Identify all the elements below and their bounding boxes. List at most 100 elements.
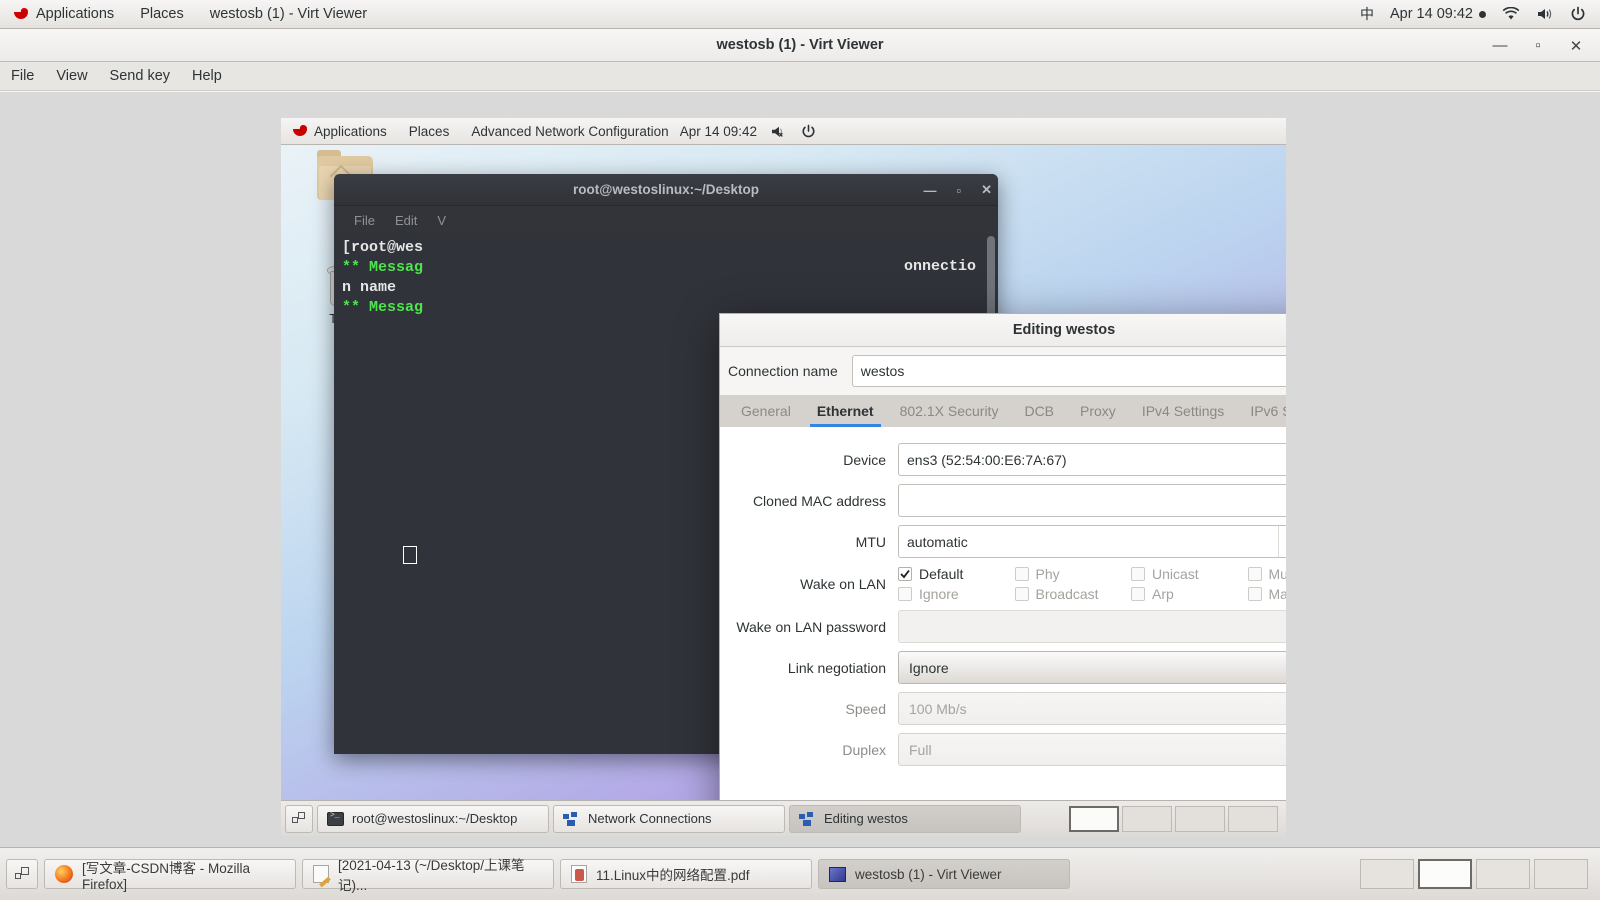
host-active-window-label[interactable]: westosb (1) - Virt Viewer xyxy=(197,0,380,29)
wol-checkbox-ignore[interactable]: Ignore xyxy=(898,586,1015,602)
menu-send-key[interactable]: Send key xyxy=(99,62,181,91)
host-workspace-1[interactable] xyxy=(1360,859,1414,889)
mtu-spinner[interactable]: automatic − + xyxy=(898,525,1286,558)
terminal-minimize-button[interactable]: — xyxy=(923,183,936,198)
terminal-titlebar[interactable]: root@westoslinux:~/Desktop — ▫ ✕ xyxy=(334,174,998,206)
connection-name-row: Connection name xyxy=(720,347,1286,395)
wifi-icon[interactable] xyxy=(1502,7,1520,21)
wol-checkbox-magic[interactable]: Magic xyxy=(1247,586,1286,602)
device-row: Device ens3 (52:54:00:E6:7A:67) xyxy=(726,443,1286,476)
host-applications-menu[interactable]: Applications xyxy=(0,0,127,29)
cloned-mac-value[interactable] xyxy=(898,484,1286,517)
guest-workspace-switcher xyxy=(1069,805,1282,832)
guest-system-tray: Apr 14 09:42 xyxy=(680,124,828,139)
guest-workspace-2[interactable] xyxy=(1122,805,1172,832)
guest-active-app-label[interactable]: Advanced Network Configuration xyxy=(460,118,679,145)
show-desktop-icon xyxy=(15,867,29,881)
volume-icon[interactable] xyxy=(1536,7,1554,21)
guest-workspace-1[interactable] xyxy=(1069,805,1119,832)
tab-8021x-security[interactable]: 802.1X Security xyxy=(887,395,1012,427)
wol-password-input[interactable] xyxy=(898,610,1286,643)
wol-checkbox-unicast[interactable]: Unicast xyxy=(1131,566,1248,582)
guest-show-desktop-button[interactable] xyxy=(285,804,313,833)
host-workspace-3[interactable] xyxy=(1476,859,1530,889)
firefox-icon xyxy=(55,865,73,883)
terminal-close-button[interactable]: ✕ xyxy=(981,182,992,198)
cloned-mac-combo[interactable] xyxy=(898,484,1286,517)
guest-clock[interactable]: Apr 14 09:42 xyxy=(680,124,757,139)
virt-viewer-titlebar[interactable]: westosb (1) - Virt Viewer — ▫ ✕ xyxy=(0,29,1600,62)
wol-checkbox-default[interactable]: Default xyxy=(898,566,1015,582)
power-icon[interactable] xyxy=(801,124,816,139)
wake-on-lan-row: Wake on LAN Default Phy Unicast Mu Ignor… xyxy=(726,566,1286,602)
menu-help[interactable]: Help xyxy=(181,62,233,91)
mtu-value[interactable]: automatic xyxy=(899,526,1278,557)
terminal-menu-file[interactable]: File xyxy=(344,213,385,228)
terminal-maximize-button[interactable]: ▫ xyxy=(956,183,961,198)
guest-task-editing-westos[interactable]: Editing westos xyxy=(789,804,1021,833)
tab-ethernet[interactable]: Ethernet xyxy=(803,395,887,427)
tab-general[interactable]: General xyxy=(728,395,804,427)
speed-row: Speed 100 Mb/s xyxy=(726,692,1286,725)
host-system-tray: 中 Apr 14 09:42 xyxy=(1360,4,1600,24)
wol-checkbox-broadcast[interactable]: Broadcast xyxy=(1014,586,1132,602)
tab-ipv4-settings[interactable]: IPv4 Settings xyxy=(1129,395,1238,427)
host-task-pdf[interactable]: 11.Linux中的网络配置.pdf xyxy=(560,859,812,889)
host-task-text-editor[interactable]: [2021-04-13 (~/Desktop/上课笔记)... xyxy=(302,858,554,893)
menu-view[interactable]: View xyxy=(45,62,98,91)
tab-proxy[interactable]: Proxy xyxy=(1067,395,1129,427)
guest-places-menu[interactable]: Places xyxy=(398,118,461,145)
terminal-icon xyxy=(327,811,344,826)
device-value[interactable]: ens3 (52:54:00:E6:7A:67) xyxy=(898,443,1286,476)
checkbox-icon xyxy=(1014,587,1029,601)
wol-checkbox-arp[interactable]: Arp xyxy=(1131,586,1248,602)
minimize-button[interactable]: — xyxy=(1492,37,1508,54)
host-show-desktop-button[interactable] xyxy=(6,859,38,889)
device-combo[interactable]: ens3 (52:54:00:E6:7A:67) xyxy=(898,443,1286,476)
virt-viewer-canvas[interactable]: Applications Places Advanced Network Con… xyxy=(0,92,1600,847)
host-task-firefox[interactable]: [写文章-CSDN博客 - Mozilla Firefox] xyxy=(44,859,296,892)
host-taskbar: [写文章-CSDN博客 - Mozilla Firefox] [2021-04-… xyxy=(0,847,1600,900)
host-workspace-4[interactable] xyxy=(1534,859,1588,889)
menu-file[interactable]: File xyxy=(0,62,45,91)
link-negotiation-row: Link negotiation Ignore xyxy=(726,651,1286,684)
wol-checkbox-phy[interactable]: Phy xyxy=(1014,566,1132,582)
power-icon[interactable] xyxy=(1570,6,1586,22)
guest-workspace-4[interactable] xyxy=(1228,805,1278,832)
virt-viewer-window-controls: — ▫ ✕ xyxy=(1492,29,1592,62)
wol-checkbox-multicast[interactable]: Multicast xyxy=(1247,566,1286,582)
ethernet-tab-panel: Device ens3 (52:54:00:E6:7A:67) Cloned M… xyxy=(720,427,1286,821)
host-task-virt-viewer[interactable]: westosb (1) - Virt Viewer xyxy=(818,859,1070,889)
terminal-menu-view[interactable]: V xyxy=(427,213,456,228)
speed-label: Speed xyxy=(845,700,886,717)
input-method-indicator[interactable]: 中 xyxy=(1360,4,1374,24)
connection-name-input[interactable] xyxy=(851,355,1286,387)
virt-viewer-window: westosb (1) - Virt Viewer — ▫ ✕ File Vie… xyxy=(0,29,1600,847)
check-icon xyxy=(900,569,910,579)
duplex-value: Full xyxy=(909,741,932,758)
wol-password-row: Wake on LAN password xyxy=(726,610,1286,643)
dialog-titlebar[interactable]: Editing westos ✕ xyxy=(720,314,1286,347)
redhat-icon xyxy=(13,8,29,21)
terminal-menu-edit[interactable]: Edit xyxy=(385,213,427,228)
tab-ipv6-settings[interactable]: IPv6 Settings xyxy=(1237,395,1286,427)
speed-combo: 100 Mb/s xyxy=(898,692,1286,725)
host-clock[interactable]: Apr 14 09:42 xyxy=(1390,6,1486,22)
guest-applications-menu[interactable]: Applications xyxy=(281,118,398,145)
host-places-menu[interactable]: Places xyxy=(127,0,197,29)
mtu-decrement-button[interactable]: − xyxy=(1277,526,1286,557)
tab-dcb[interactable]: DCB xyxy=(1011,395,1067,427)
close-button[interactable]: ✕ xyxy=(1568,38,1584,55)
volume-muted-icon[interactable] xyxy=(770,125,788,138)
terminal-right-fragment: onnectio xyxy=(903,258,976,275)
connection-name-label: Connection name xyxy=(728,363,838,379)
terminal-cursor xyxy=(403,546,417,564)
guest-task-network-connections[interactable]: Network Connections xyxy=(553,804,785,833)
terminal-line: [root@wes xyxy=(342,239,424,256)
maximize-button[interactable]: ▫ xyxy=(1530,37,1546,54)
host-workspace-2[interactable] xyxy=(1418,859,1472,889)
link-negotiation-combo[interactable]: Ignore xyxy=(898,651,1286,684)
guest-workspace-3[interactable] xyxy=(1175,805,1225,832)
guest-task-terminal[interactable]: root@westoslinux:~/Desktop xyxy=(317,804,549,833)
terminal-window-controls: — ▫ ✕ xyxy=(923,174,992,206)
